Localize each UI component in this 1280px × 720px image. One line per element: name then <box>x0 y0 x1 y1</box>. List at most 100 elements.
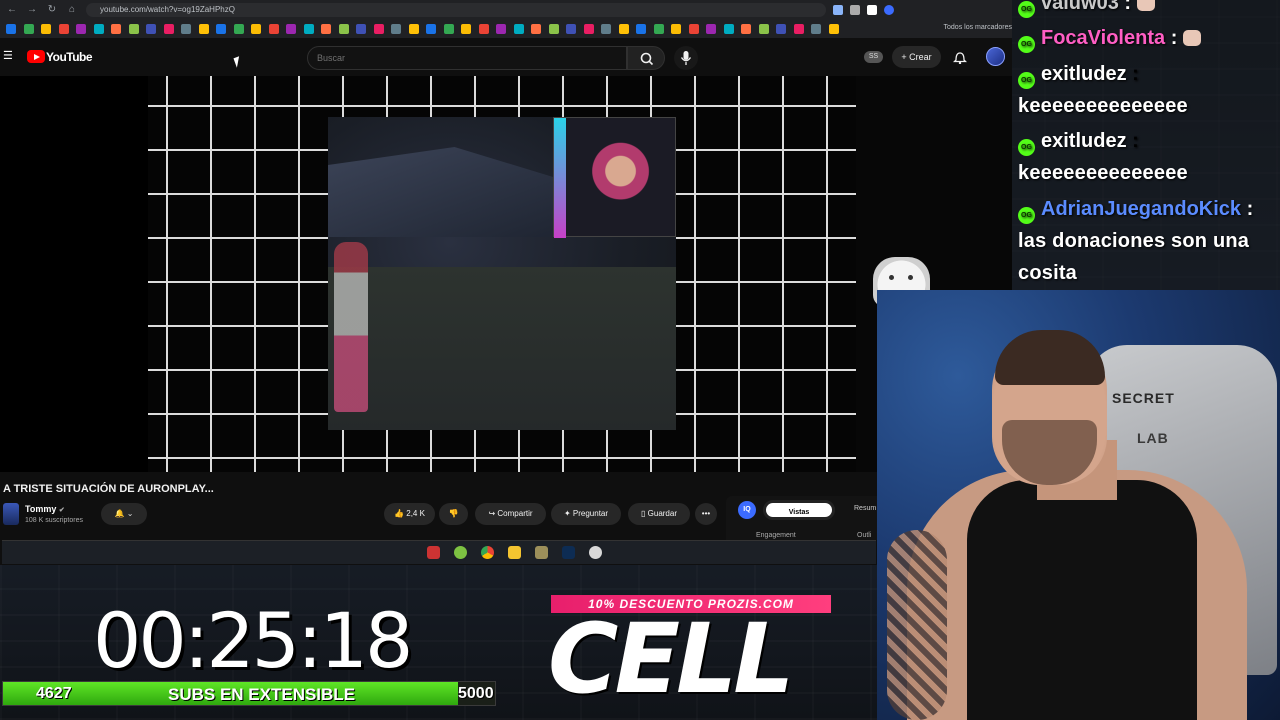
bookmark-icon[interactable] <box>303 24 314 34</box>
dislike-button[interactable]: 👎 <box>439 503 468 525</box>
bookmark-icon[interactable] <box>688 24 699 34</box>
taskbar-app-icon[interactable] <box>427 546 440 559</box>
menu-icon[interactable]: ☰ <box>3 51 13 62</box>
all-bookmarks-link[interactable]: Todos los marcadores <box>944 24 1012 31</box>
bookmark-icon[interactable] <box>58 24 69 34</box>
bookmark-icon[interactable] <box>128 24 139 34</box>
bookmark-icon[interactable] <box>811 24 821 34</box>
search-button[interactable] <box>627 46 665 70</box>
search-input[interactable]: Buscar <box>307 46 627 70</box>
folder-taskbar-icon[interactable] <box>508 546 521 559</box>
youtube-wordmark[interactable]: YouTube <box>46 50 93 64</box>
photoshop-taskbar-icon[interactable] <box>562 546 575 559</box>
reload-icon[interactable]: ↻ <box>44 2 60 18</box>
bookmark-icon[interactable] <box>531 24 541 34</box>
bookmark-icon[interactable] <box>41 24 51 34</box>
share-button[interactable]: ↪ Compartir <box>475 503 546 525</box>
channel-name[interactable]: Tommy ✔ <box>25 504 65 514</box>
bookmark-icon[interactable] <box>338 24 349 34</box>
chat-username: AdrianJuegandoKick <box>1041 198 1242 220</box>
like-button[interactable]: 👍 2,4 K <box>384 503 435 525</box>
bookmark-icon[interactable] <box>198 24 209 34</box>
channel-avatar[interactable] <box>3 503 19 525</box>
chat-username: FocaViolenta <box>1041 27 1166 49</box>
bookmark-icon[interactable] <box>23 24 34 34</box>
ask-button[interactable]: ✦ Preguntar <box>551 503 621 525</box>
home-icon[interactable]: ⌂ <box>64 2 80 18</box>
bookmark-icon[interactable] <box>478 24 489 34</box>
bookmark-icon[interactable] <box>828 24 839 34</box>
bookmark-icon[interactable] <box>513 24 524 34</box>
taskbar-app-icon[interactable] <box>535 546 548 559</box>
notifications-icon[interactable] <box>953 50 967 64</box>
extension-icon[interactable] <box>850 5 860 15</box>
bookmark-icon[interactable] <box>776 24 786 34</box>
bookmark-icon[interactable] <box>251 24 261 34</box>
youtube-logo-icon[interactable] <box>27 50 45 63</box>
voice-search-button[interactable] <box>674 46 698 70</box>
bookmark-icon[interactable] <box>461 24 471 34</box>
bookmark-icon[interactable] <box>181 24 191 34</box>
iq-logo-icon[interactable]: IQ <box>738 501 756 519</box>
chrome-taskbar-icon[interactable] <box>481 546 494 559</box>
bookmark-icon[interactable] <box>671 24 681 34</box>
bookmark-icon[interactable] <box>706 24 716 34</box>
extension-icon[interactable] <box>833 5 843 15</box>
forward-icon[interactable]: → <box>24 2 40 18</box>
bookmark-icon[interactable] <box>618 24 629 34</box>
bookmark-icon[interactable] <box>601 24 611 34</box>
kick-badge-icon: OG <box>1018 1 1035 18</box>
bookmark-icon[interactable] <box>566 24 576 34</box>
bookmark-icon[interactable] <box>6 24 16 34</box>
taskbar <box>2 540 876 564</box>
bookmark-icon[interactable] <box>286 24 296 34</box>
chat-text: keeeeeeeeeeeeee <box>1018 162 1188 184</box>
bookmark-icon[interactable] <box>496 24 506 34</box>
bookmark-icon[interactable] <box>146 24 156 34</box>
bookmark-icon[interactable] <box>548 24 559 34</box>
bookmark-icon[interactable] <box>356 24 366 34</box>
engagement-label: Engagement <box>756 532 796 539</box>
account-avatar[interactable] <box>986 47 1005 66</box>
ss-badge[interactable]: SS <box>864 51 883 63</box>
taskbar-app-icon[interactable] <box>589 546 602 559</box>
bookmark-icon[interactable] <box>741 24 751 34</box>
address-bar[interactable]: youtube.com/watch?v=og19ZaHPhzQ <box>86 3 826 17</box>
bookmark-icon[interactable] <box>653 24 664 34</box>
bookmark-icon[interactable] <box>443 24 454 34</box>
share-icon: ↪ <box>488 509 496 518</box>
channel-name-text[interactable]: Tommy <box>25 504 56 514</box>
save-button[interactable]: ▯ Guardar <box>628 503 690 525</box>
tab-vistas[interactable]: Vistas <box>763 500 835 520</box>
stream-timer: 00:25:18 <box>93 596 413 685</box>
bookmark-icon[interactable] <box>268 24 279 34</box>
bookmark-star-icon[interactable] <box>867 5 877 15</box>
bookmark-icon[interactable] <box>93 24 104 34</box>
bookmark-icon[interactable] <box>216 24 226 34</box>
bookmark-icon[interactable] <box>321 24 331 34</box>
bookmark-icon[interactable] <box>723 24 734 34</box>
bookmarks-bar <box>0 20 1012 38</box>
bookmark-icon[interactable] <box>408 24 419 34</box>
bookmark-icon[interactable] <box>76 24 86 34</box>
bookmark-icon[interactable] <box>111 24 121 34</box>
bookmark-icon[interactable] <box>391 24 401 34</box>
taskbar-app-icon[interactable] <box>454 546 467 559</box>
bookmark-icon[interactable] <box>636 24 646 34</box>
verified-icon: ✔ <box>58 507 65 514</box>
bookmark-icon[interactable] <box>163 24 174 34</box>
profile-icon[interactable] <box>884 5 894 15</box>
bookmark-icon[interactable] <box>233 24 244 34</box>
bookmark-icon[interactable] <box>426 24 436 34</box>
subscription-bell-button[interactable]: 🔔 ⌄ <box>101 503 147 525</box>
bookmark-icon[interactable] <box>373 24 384 34</box>
tab-resumen[interactable]: Resum <box>854 505 876 512</box>
more-actions-button[interactable]: ••• <box>695 503 717 525</box>
back-icon[interactable]: ← <box>4 2 20 18</box>
game-character <box>334 242 368 412</box>
create-button[interactable]: + Crear <box>892 46 941 68</box>
bookmark-icon[interactable] <box>793 24 804 34</box>
bookmark-icon[interactable] <box>583 24 594 34</box>
chat-separator: : <box>1246 198 1254 220</box>
bookmark-icon[interactable] <box>758 24 769 34</box>
